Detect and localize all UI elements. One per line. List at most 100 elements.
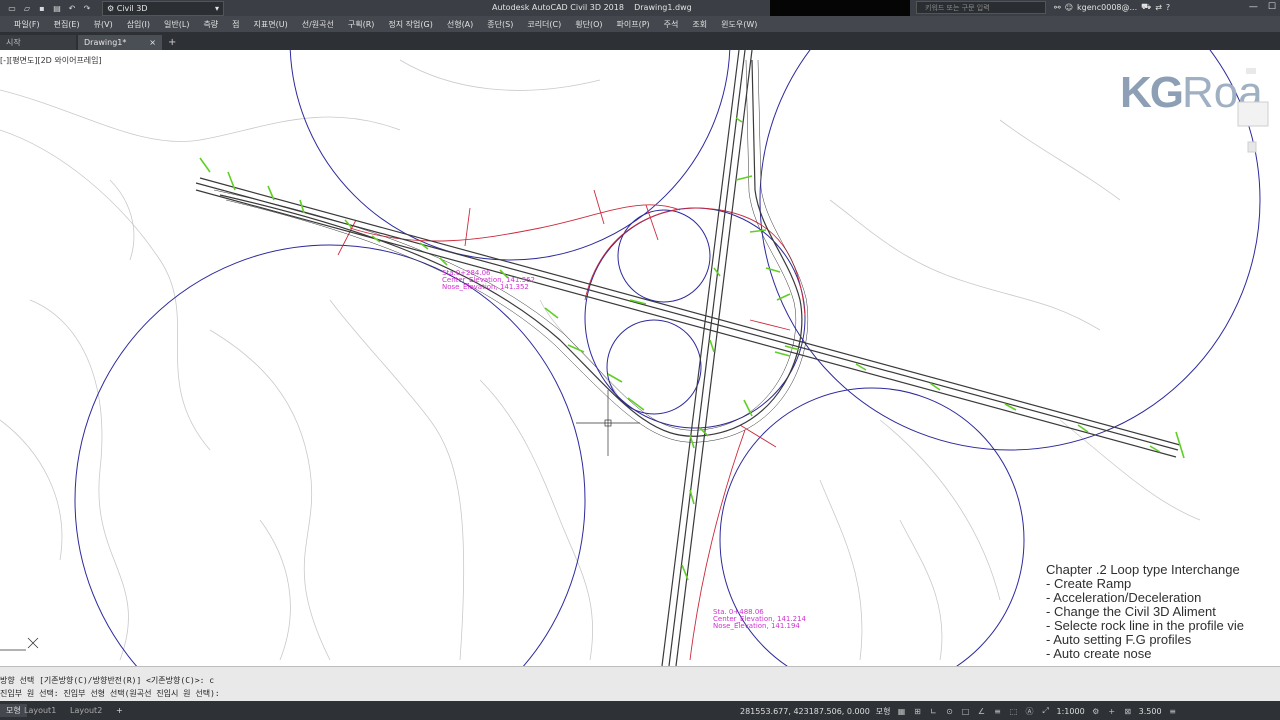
menu-bar: 파일(F) 편집(E) 뷰(V) 삽입(I) 일반(L) 측량 점 지표면(U) 선/원곡선 구획… — [0, 16, 1280, 32]
gear-icon: ⚙ — [107, 3, 115, 13]
menu-item[interactable]: 일반(L) — [164, 19, 189, 30]
road-edges — [213, 59, 809, 443]
new-tab-icon[interactable]: + — [168, 37, 176, 48]
annotation-line: Nose_Elevation, 141.352 — [442, 283, 529, 291]
chevron-down-icon: ▾ — [214, 3, 219, 13]
tab-drawing1[interactable]: Drawing1* × — [78, 35, 162, 50]
open-file-icon[interactable]: ▱ — [21, 3, 33, 14]
undo-icon[interactable]: ↶ — [66, 3, 78, 14]
ortho-icon[interactable]: ∟ — [929, 706, 939, 716]
print-icon[interactable]: ▤ — [51, 3, 63, 14]
selection-icon[interactable]: ⬚ — [1009, 706, 1019, 716]
chapter-item: - Create Ramp — [1046, 576, 1132, 591]
window-title: Autodesk AutoCAD Civil 3D 2018 Drawing1.… — [492, 3, 692, 12]
viewcube-icon[interactable] — [1236, 62, 1270, 186]
gear-icon[interactable]: ⚙ — [1091, 706, 1101, 716]
menu-item[interactable]: 횡단(O) — [575, 19, 602, 30]
lineweight-icon[interactable]: ≡ — [993, 706, 1003, 716]
chapter-item: - Auto setting F.G profiles — [1046, 632, 1192, 647]
logo-kg: KG — [1120, 68, 1184, 117]
grid-icon[interactable]: ▦ — [897, 706, 907, 716]
station-ticks — [199, 117, 1185, 581]
osnap-icon[interactable]: □ — [961, 706, 971, 716]
snap-icon[interactable]: ⊞ — [913, 706, 923, 716]
model-space-button[interactable]: 모형 — [876, 706, 891, 717]
menu-item[interactable]: 구획(R) — [348, 19, 375, 30]
menu-item[interactable]: 측량 — [203, 19, 218, 30]
command-prompt[interactable]: 진입부 원 선택: 진입부 선형 선택(원곡선 진입시 원 선택): — [0, 688, 220, 699]
redo-icon[interactable]: ↷ — [81, 3, 93, 14]
tab-layout2[interactable]: Layout2 — [64, 704, 108, 717]
chapter-item: - Change the Civil 3D Aliment — [1046, 604, 1216, 619]
exchange-icon[interactable]: ⇄ — [1155, 3, 1162, 12]
title-bar: ▭ ▱ ▪ ▤ ↶ ↷ ⚙ Civil 3D ▾ Autodesk AutoCA… — [0, 0, 1280, 16]
quick-access-toolbar: ▭ ▱ ▪ ▤ ↶ ↷ ⚙ Civil 3D ▾ — [0, 0, 224, 16]
coordinates-readout[interactable]: 281553.677, 423187.506, 0.000 — [740, 707, 870, 716]
help-icon[interactable]: ? — [1166, 3, 1170, 12]
annotation-scale[interactable]: 1:1000 — [1057, 707, 1085, 716]
redacted-area — [770, 0, 910, 16]
menu-item[interactable]: 삽입(I) — [127, 19, 150, 30]
viewport-label[interactable]: [-][평면도][2D 와이어프레임] — [0, 55, 102, 66]
user-icon: ☺ — [1064, 2, 1074, 12]
chapter-item: - Auto create nose — [1046, 646, 1152, 661]
user-area[interactable]: ⚯ ☺ kgenc0008@... ⛟ ⇄ ? — [1054, 2, 1170, 12]
tab-start[interactable]: 시작 — [0, 35, 76, 50]
menu-item[interactable]: 지표면(U) — [254, 19, 288, 30]
menu-item[interactable]: 주석 — [664, 19, 679, 30]
menu-item[interactable]: 종단(S) — [487, 19, 513, 30]
close-icon[interactable]: × — [149, 38, 156, 47]
menu-item[interactable]: 조회 — [692, 19, 707, 30]
customize-icon[interactable]: ≡ — [1168, 706, 1178, 716]
terrain-contours — [0, 59, 1201, 661]
menu-item[interactable]: 파일(F) — [14, 19, 40, 30]
chapter-item: - Selecte rock line in the profile vie — [1046, 618, 1244, 633]
document-tabs: 시작 Drawing1* × + — [0, 32, 1280, 50]
menu-item[interactable]: 점 — [232, 19, 239, 30]
chapter-title: Chapter .2 Loop type Interchange — [1046, 562, 1240, 577]
menu-item[interactable]: 선형(A) — [447, 19, 473, 30]
layout-label: Layout2 — [70, 706, 103, 715]
menu-item[interactable]: 파이프(P) — [617, 19, 650, 30]
ucs-icon — [0, 637, 39, 651]
add-layout-icon[interactable]: + — [110, 704, 129, 717]
file-name: Drawing1.dwg — [634, 3, 692, 12]
nose-annotation-1: Sta. 0+488.06 Center_Elevation, 141.214 … — [713, 609, 806, 630]
plus-icon[interactable]: + — [1107, 706, 1117, 716]
maximize-icon[interactable]: ☐ — [1268, 2, 1276, 12]
annotation-icon[interactable]: Ⓐ — [1025, 706, 1035, 716]
menu-item[interactable]: 선/원곡선 — [302, 19, 334, 30]
layout-label: Layout1 — [24, 706, 57, 715]
tab-start-label: 시작 — [6, 38, 21, 47]
ramp-lines — [337, 189, 806, 661]
minimize-icon[interactable]: — — [1249, 2, 1258, 12]
app-title: Autodesk AutoCAD Civil 3D 2018 — [492, 3, 624, 12]
menu-item[interactable]: 윈도우(W) — [721, 19, 757, 30]
workspace-dropdown[interactable]: ⚙ Civil 3D ▾ — [102, 0, 224, 16]
command-history: 방향 선택 [기존방향(C)/방향반전(R)] <기존방향(C)>: c — [0, 676, 215, 685]
menu-item[interactable]: 편집(E) — [54, 19, 80, 30]
isolate-icon[interactable]: ⊠ — [1123, 706, 1133, 716]
menu-item[interactable]: 뷰(V) — [94, 19, 113, 30]
window-controls: — ☐ — [1249, 2, 1276, 12]
save-icon[interactable]: ▪ — [36, 3, 48, 14]
tab-drawing1-label: Drawing1* — [84, 38, 127, 47]
status-bar: 281553.677, 423187.506, 0.000 모형 ▦ ⊞ ∟ ⊙… — [722, 703, 1280, 719]
binoculars-icon[interactable]: ⚯ — [1054, 3, 1061, 12]
tab-layout1[interactable]: Layout1 — [18, 704, 62, 717]
new-file-icon[interactable]: ▭ — [6, 3, 18, 14]
menu-item[interactable]: 정지 작업(G) — [388, 19, 432, 30]
nose-annotation-2: Sta.0+284.06 Center_Elevation, 141.362 N… — [442, 270, 535, 291]
cart-icon[interactable]: ⛟ — [1141, 2, 1151, 12]
user-name[interactable]: kgenc0008@... — [1077, 3, 1137, 12]
elevation-value[interactable]: 3.500 — [1139, 707, 1162, 716]
search-input[interactable]: 키워드 또는 구문 입력 — [916, 1, 1046, 14]
annotation-line: Nose_Elevation, 141.194 — [713, 622, 800, 630]
menu-item[interactable]: 코리더(C) — [527, 19, 561, 30]
otrack-icon[interactable]: ∠ — [977, 706, 987, 716]
annotation-scale-icon[interactable]: ⤢ — [1041, 706, 1051, 716]
command-line[interactable]: 방향 선택 [기존방향(C)/방향반전(R)] <기존방향(C)>: c 진입부… — [0, 666, 1280, 701]
chapter-item: - Acceleration/Deceleration — [1046, 590, 1202, 605]
polar-icon[interactable]: ⊙ — [945, 706, 955, 716]
chapter-overlay: Chapter .2 Loop type Interchange - Creat… — [1046, 563, 1244, 661]
